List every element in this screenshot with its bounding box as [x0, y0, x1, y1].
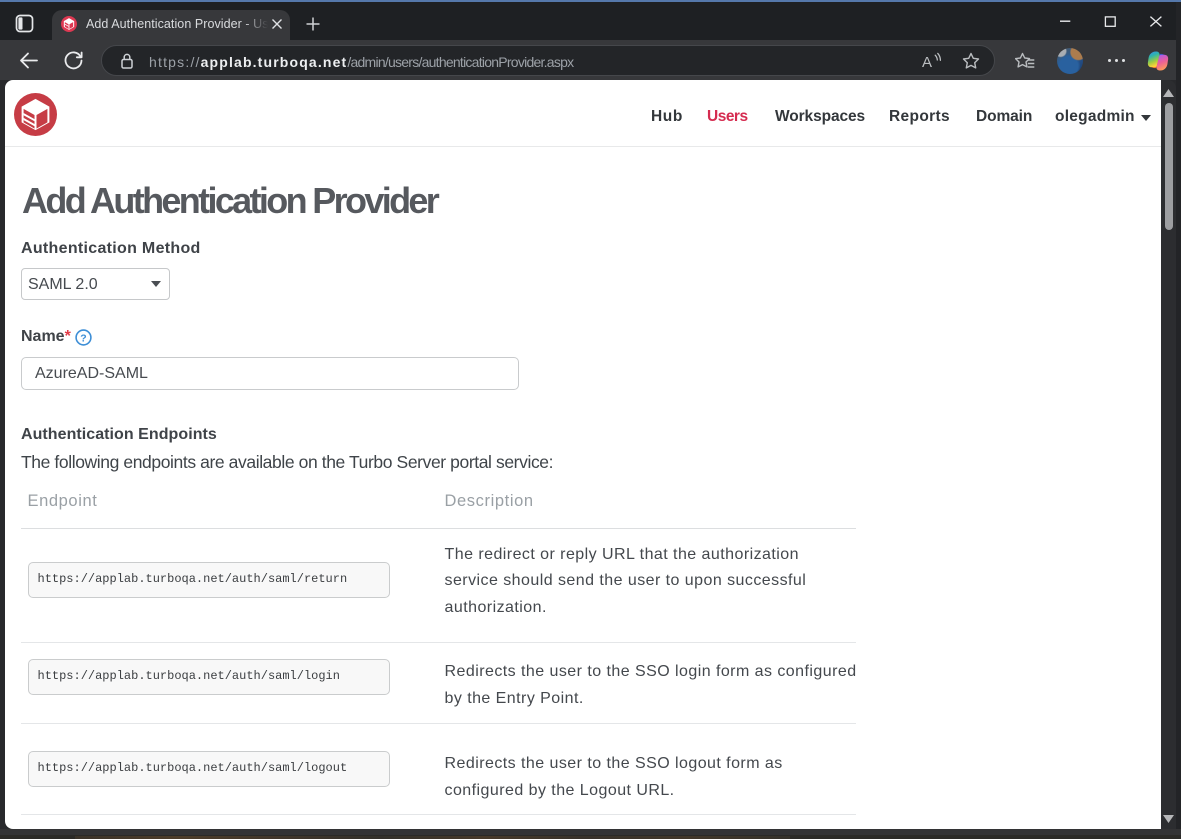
- svg-text:?: ?: [80, 332, 86, 344]
- svg-text:A: A: [922, 54, 932, 70]
